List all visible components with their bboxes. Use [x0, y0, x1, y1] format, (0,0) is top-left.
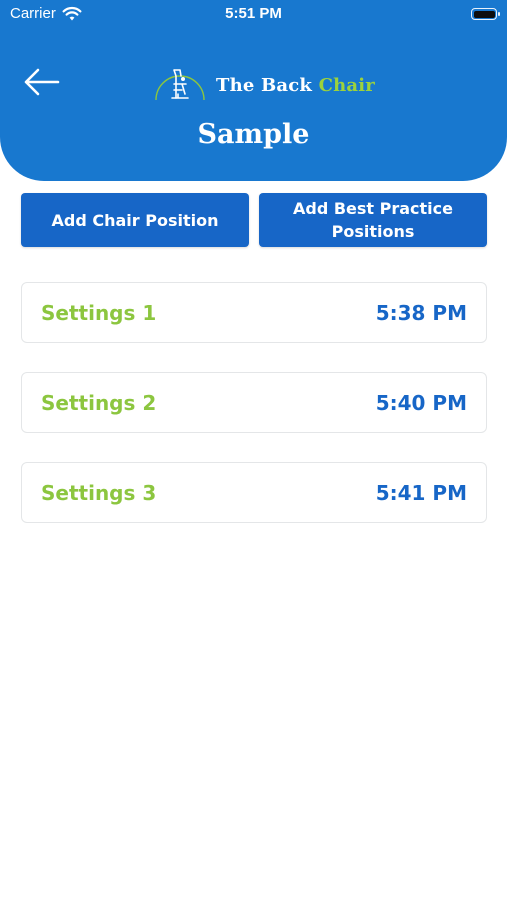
settings-item-name: Settings 1: [41, 300, 157, 325]
status-time: 5:51 PM: [225, 5, 282, 22]
settings-item-time: 5:40 PM: [375, 390, 467, 415]
app-logo: The Back Chair: [152, 64, 375, 106]
settings-item-time: 5:38 PM: [375, 300, 467, 325]
settings-item-name: Settings 2: [41, 390, 157, 415]
battery-tip: [498, 12, 500, 16]
back-button[interactable]: [20, 64, 62, 100]
add-best-practice-button[interactable]: Add Best Practice Positions: [259, 193, 487, 247]
header: Carrier 5:51 PM The Back Chair Sample: [0, 0, 507, 181]
add-chair-position-button[interactable]: Add Chair Position: [21, 193, 249, 247]
settings-list: Settings 1 5:38 PM Settings 2 5:40 PM Se…: [21, 282, 487, 552]
logo-wordmark: The Back Chair: [216, 75, 375, 96]
arrow-left-icon: [24, 68, 60, 96]
settings-item[interactable]: Settings 2 5:40 PM: [21, 372, 487, 433]
battery-level: [473, 10, 495, 18]
logo-text-accent: Chair: [318, 74, 375, 96]
page-title: Sample: [197, 119, 310, 150]
settings-item[interactable]: Settings 3 5:41 PM: [21, 462, 487, 523]
chair-logo-icon: [155, 69, 205, 101]
settings-item[interactable]: Settings 1 5:38 PM: [21, 282, 487, 343]
settings-item-time: 5:41 PM: [375, 480, 467, 505]
battery-icon: [471, 8, 500, 20]
status-bar: Carrier 5:51 PM: [0, 0, 507, 28]
logo-text-main: The Back: [216, 74, 319, 96]
settings-item-name: Settings 3: [41, 480, 157, 505]
screen: Carrier 5:51 PM The Back Chair Sample Ad…: [0, 0, 507, 900]
